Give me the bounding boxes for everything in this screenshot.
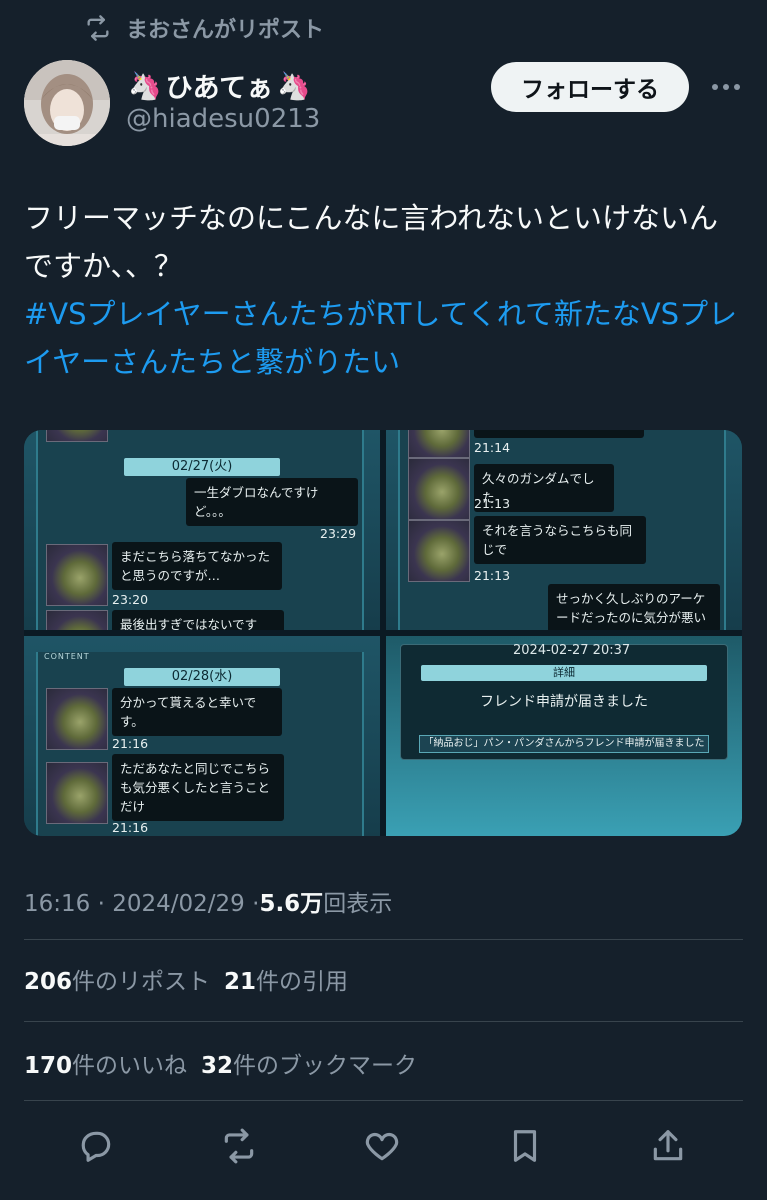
- repost-icon: [224, 1128, 254, 1164]
- quotes-label: 件の引用: [256, 969, 349, 995]
- likes-label: 件のいいね: [72, 1053, 188, 1079]
- divider: [24, 939, 743, 940]
- stats-row-1: 206件のリポスト 21件の引用: [24, 962, 348, 996]
- date-chip: 02/28(水): [124, 668, 280, 686]
- repost-icon: [87, 15, 109, 41]
- views-label: 回表示: [323, 891, 393, 917]
- action-bar: [0, 1118, 767, 1174]
- chat-bubble: それを言うならこちらも同じで: [474, 516, 646, 564]
- follow-button[interactable]: フォローする: [491, 62, 689, 112]
- bookmarks-stat[interactable]: 32件のブックマーク: [201, 1046, 417, 1080]
- divider: [24, 1021, 743, 1022]
- share-button[interactable]: [640, 1118, 696, 1174]
- stats-row-2: 170件のいいね 32件のブックマーク: [24, 1046, 417, 1080]
- divider: [24, 1100, 743, 1101]
- request-datetime: 2024-02-27 20:37: [513, 643, 631, 658]
- tweet-date[interactable]: 2024/02/29: [112, 891, 245, 917]
- repost-header[interactable]: まおさんがリポスト: [84, 12, 324, 44]
- bookmarks-count: 32: [201, 1053, 234, 1079]
- chat-bubble: 一生ダブロなんですけど。。。: [186, 478, 358, 526]
- mech-avatar: [46, 430, 108, 442]
- bookmark-icon: [513, 1130, 537, 1162]
- chat-time: 21:13: [474, 496, 511, 511]
- date-chip: 02/27(火): [124, 458, 280, 476]
- mech-avatar: [46, 610, 108, 630]
- like-button[interactable]: [354, 1118, 410, 1174]
- tweet-body: フリーマッチなのにこんなに言われないといけないんですか、、？: [24, 201, 718, 283]
- media-grid[interactable]: 02/27(火) 一生ダブロなんですけど。。。 23:29 まだこちら落ちてなか…: [24, 430, 742, 836]
- views-count: 5.6万: [259, 891, 324, 917]
- details-bar: 詳細: [421, 665, 707, 681]
- friend-request-message: フレンド申請が届きました: [480, 694, 648, 710]
- reply-icon: [81, 1131, 111, 1162]
- chat-bubble: せっかく久しぶりのアーケードだったのに気分が悪い: [548, 584, 720, 630]
- unicorn-icon: 🦄: [277, 70, 311, 102]
- chat-time: 23:20: [112, 592, 149, 607]
- likes-stat[interactable]: 170件のいいね: [24, 1046, 187, 1080]
- media-image-1[interactable]: 02/27(火) 一生ダブロなんですけど。。。 23:29 まだこちら落ちてなか…: [24, 430, 380, 630]
- chat-time: 21:13: [474, 568, 511, 583]
- reposts-stat[interactable]: 206件のリポスト: [24, 962, 210, 996]
- tweet-meta: 16:16 · 2024/02/29 ·5.6万回表示: [24, 884, 392, 918]
- quotes-stat[interactable]: 21件の引用: [224, 962, 348, 996]
- mech-avatar: [46, 688, 108, 750]
- friend-request-note: 「納品おじ」パン・パンダさんからフレンド申請が届きました: [419, 735, 709, 753]
- media-image-2[interactable]: 21:14 久々のガンダムでした 21:13 それを言うならこちらも同じで 21…: [386, 430, 742, 630]
- mech-avatar: [46, 544, 108, 606]
- avatar[interactable]: [24, 60, 110, 146]
- mech-avatar: [408, 458, 470, 520]
- friend-request-window: 2024-02-27 20:37 詳細 フレンド申請が届きました 「納品おじ」パ…: [400, 643, 728, 760]
- reposts-label: 件のリポスト: [72, 969, 211, 995]
- chat-bubble: ただあなたと同じでこちらも気分悪くしたと言うことだけ: [112, 754, 284, 821]
- media-image-4[interactable]: 2024-02-27 20:37 詳細 フレンド申請が届きました 「納品おじ」パ…: [386, 636, 742, 836]
- mech-avatar: [46, 762, 108, 824]
- tweet-time[interactable]: 16:16: [24, 891, 90, 917]
- chat-time: 23:29: [320, 526, 357, 541]
- repost-button[interactable]: [211, 1118, 267, 1174]
- author-name[interactable]: 🦄 ひあてぁ 🦄: [128, 66, 311, 105]
- reply-button[interactable]: [68, 1118, 124, 1174]
- chat-time: 21:16: [112, 736, 149, 751]
- quotes-count: 21: [224, 969, 257, 995]
- author-handle[interactable]: @hiadesu0213: [126, 104, 320, 134]
- mech-avatar: [408, 520, 470, 582]
- avatar-photo: [24, 60, 110, 146]
- heart-icon: [365, 1132, 399, 1161]
- media-image-3[interactable]: CONTENT 02/28(水) 分かって貰えると幸いです。 21:16 ただあ…: [24, 636, 380, 836]
- bookmark-button[interactable]: [497, 1118, 553, 1174]
- chat-time: 21:16: [112, 820, 149, 835]
- chat-bubble: 最後出すぎではないです: [112, 610, 284, 630]
- mech-avatar: [408, 430, 470, 458]
- hashtag-link[interactable]: #VSプレイヤーさんたちがRTしてくれて新たなVSプレイヤーさんたちと繋がりたい: [24, 297, 737, 379]
- chat-bubble: [474, 430, 644, 438]
- content-label: CONTENT: [44, 652, 90, 661]
- repost-header-text: まおさんがリポスト: [126, 18, 325, 43]
- bookmarks-label: 件のブックマーク: [233, 1053, 418, 1079]
- likes-count: 170: [24, 1053, 73, 1079]
- more-options-icon[interactable]: [706, 70, 746, 104]
- chat-bubble: 分かって貰えると幸いです。: [112, 688, 282, 736]
- author-display-name: ひあてぁ: [165, 73, 274, 104]
- tweet-text: フリーマッチなのにこんなに言われないといけないんですか、、？ #VSプレイヤーさ…: [24, 194, 744, 386]
- reposts-count: 206: [24, 969, 73, 995]
- chat-time: 21:14: [474, 440, 511, 455]
- share-icon: [653, 1130, 683, 1161]
- chat-bubble: まだこちら落ちてなかったと思うのですが…: [112, 542, 282, 590]
- meta-separator: ·: [97, 891, 105, 917]
- unicorn-icon: 🦄: [128, 70, 162, 102]
